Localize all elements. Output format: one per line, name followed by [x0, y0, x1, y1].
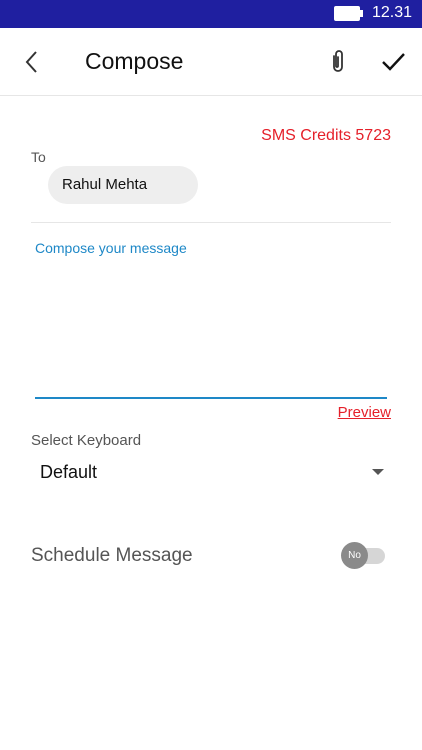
- checkmark-icon: [382, 53, 405, 71]
- preview-link[interactable]: Preview: [338, 404, 391, 421]
- back-button[interactable]: [18, 48, 46, 76]
- paperclip-icon: [333, 50, 343, 72]
- keyboard-selected-value: Default: [40, 462, 98, 482]
- compose-screen: 12.31 Compose SMS Credits 5723 To Rahul …: [0, 0, 422, 750]
- page-title: Compose: [85, 48, 184, 74]
- keyboard-label: Select Keyboard: [31, 432, 142, 449]
- status-time: 12.31: [371, 4, 412, 21]
- toggle-knob: No: [341, 542, 368, 569]
- battery-icon: [334, 6, 363, 21]
- recipient-name: Rahul Mehta: [62, 176, 148, 193]
- toolbar: Compose: [0, 28, 422, 96]
- attach-button[interactable]: [326, 48, 350, 76]
- dropdown-arrow-icon: [372, 469, 384, 475]
- message-input[interactable]: [35, 236, 387, 399]
- recipient-chip[interactable]: Rahul Mehta: [48, 166, 198, 204]
- keyboard-dropdown[interactable]: Default: [40, 460, 390, 490]
- schedule-toggle[interactable]: No: [341, 542, 387, 569]
- back-chevron-icon: [25, 51, 37, 73]
- schedule-label: Schedule Message: [31, 545, 193, 566]
- send-button[interactable]: [378, 46, 408, 76]
- divider: [31, 222, 391, 223]
- to-label: To: [31, 149, 46, 165]
- sms-credits: SMS Credits 5723: [261, 127, 391, 144]
- status-bar: 12.31: [0, 0, 422, 28]
